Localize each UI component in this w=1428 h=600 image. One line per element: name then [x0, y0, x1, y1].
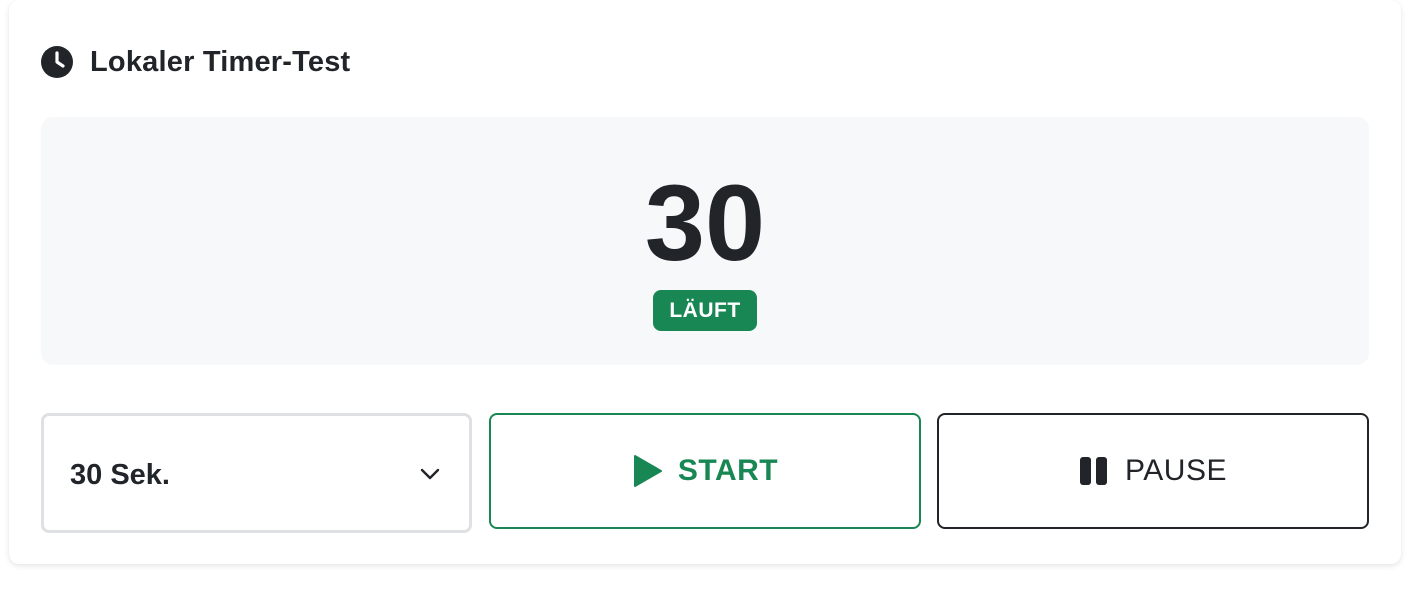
pause-button[interactable]: PAUSE: [937, 413, 1369, 529]
timer-display: 30 LÄUFT: [41, 117, 1369, 365]
duration-select-value: 30 Sek.: [70, 459, 170, 491]
start-button[interactable]: START: [489, 413, 921, 529]
clock-icon: [41, 46, 73, 78]
start-button-label: START: [677, 454, 779, 487]
pause-button-label: PAUSE: [1125, 454, 1227, 487]
timer-controls: 30 Sek. START PAUSE: [41, 413, 1369, 533]
timer-card: Lokaler Timer-Test 30 LÄUFT 30 Sek. STAR…: [9, 0, 1401, 564]
chevron-down-icon: [420, 468, 440, 480]
seconds-counter: 30: [644, 162, 766, 283]
card-header: Lokaler Timer-Test: [41, 44, 350, 80]
duration-select[interactable]: 30 Sek.: [41, 413, 472, 533]
status-badge: LÄUFT: [653, 290, 757, 331]
pause-icon: [1080, 457, 1107, 485]
page-title: Lokaler Timer-Test: [90, 45, 351, 78]
play-icon: [633, 455, 662, 487]
